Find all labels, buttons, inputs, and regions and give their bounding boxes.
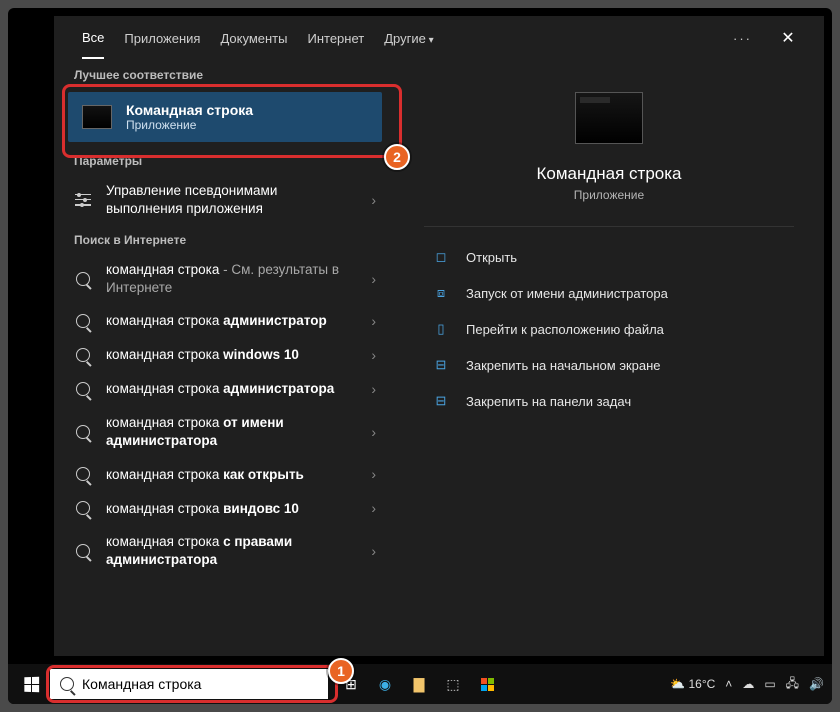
tray-battery-icon[interactable]: ▭ [764,677,775,691]
taskbar: ⊞ ◉ ▇ ⬚ ⛅ 16°C ˄ ☁ ▭ 🖧 🔊 [8,664,832,704]
chevron-right-icon: › [365,313,382,329]
web-result[interactable]: командная строка windows 10 › [54,338,394,372]
action-run-as-admin[interactable]: ⧈ Запуск от имени администратора [424,275,794,311]
section-best-match: Лучшее соответствие [54,60,394,88]
search-icon [74,270,92,288]
folder-icon: ▯ [432,321,450,337]
close-button[interactable]: ✕ [772,22,804,54]
results-list: Лучшее соответствие Командная строка При… [54,60,394,656]
action-pin-taskbar-label: Закрепить на панели задач [466,394,631,409]
tab-apps[interactable]: Приложения [124,19,200,58]
open-icon: ◻ [432,249,450,265]
tab-all[interactable]: Все [82,18,104,59]
tray-network-icon[interactable]: 🖧 [786,674,799,695]
admin-icon: ⧈ [432,285,450,301]
action-pin-to-taskbar[interactable]: ⊟ Закрепить на панели задач [424,383,794,419]
weather-temp: 16°C [688,677,715,691]
web-result[interactable]: командная строка от имени администратора… [54,406,394,457]
taskbar-search-box[interactable] [50,669,328,699]
web-result-text: командная строка от имени администратора [106,414,351,449]
search-icon [74,465,92,483]
search-icon [74,312,92,330]
pin-start-icon: ⊟ [432,357,450,373]
start-button[interactable] [16,669,46,699]
web-result[interactable]: командная строка как открыть › [54,457,394,491]
chevron-right-icon: › [365,424,382,440]
web-result[interactable]: командная строка администратор › [54,304,394,338]
chevron-right-icon: › [365,347,382,363]
web-result[interactable]: командная строка виндовс 10 › [54,491,394,525]
chevron-right-icon: › [365,543,382,559]
action-run-admin-label: Запуск от имени администратора [466,286,668,301]
web-result[interactable]: командная строка администратора › [54,372,394,406]
best-match-result[interactable]: Командная строка Приложение [68,92,382,142]
tab-internet[interactable]: Интернет [307,19,364,58]
search-icon [60,677,74,691]
windows-logo-icon [24,676,39,692]
web-result-text: командная строка windows 10 [106,346,351,364]
filter-tabs: Все Приложения Документы Интернет Другие… [54,16,824,60]
tray-onedrive-icon[interactable]: ☁ [742,677,754,691]
search-icon [74,542,92,560]
taskbar-app-ms[interactable] [472,669,502,699]
web-result-text: командная строка с правами администратор… [106,533,351,568]
settings-aliases-icon [74,191,92,209]
pin-taskbar-icon: ⊟ [432,393,450,409]
cmd-icon [82,105,112,129]
web-result[interactable]: командная строка с правами администратор… [54,525,394,576]
web-result-text: командная строка администратора [106,380,351,398]
chevron-right-icon: › [365,271,382,287]
tab-more[interactable]: Другие [384,19,433,58]
divider [424,226,794,227]
search-panel: Все Приложения Документы Интернет Другие… [54,16,824,656]
tab-documents[interactable]: Документы [220,19,287,58]
tray-chevron-up-icon[interactable]: ˄ [725,677,732,691]
taskbar-app-edge[interactable]: ◉ [370,669,400,699]
section-settings: Параметры [54,146,394,174]
system-tray: ⛅ 16°C ˄ ☁ ▭ 🖧 🔊 [670,674,824,695]
chevron-right-icon: › [365,500,382,516]
chevron-right-icon: › [365,192,382,208]
preview-pane: Командная строка Приложение ◻ Открыть ⧈ … [394,60,824,656]
best-match-title: Командная строка [126,102,253,118]
preview-subtitle: Приложение [574,188,644,202]
web-result-text: командная строка виндовс 10 [106,500,351,518]
annotation-badge-1: 1 [328,658,354,684]
best-match-subtitle: Приложение [126,118,253,132]
action-pin-to-start[interactable]: ⊟ Закрепить на начальном экране [424,347,794,383]
taskbar-app-explorer[interactable]: ▇ [404,669,434,699]
action-open-file-location[interactable]: ▯ Перейти к расположению файла [424,311,794,347]
search-icon [74,380,92,398]
tray-volume-icon[interactable]: 🔊 [809,677,824,691]
search-icon [74,499,92,517]
web-result-text: командная строка - См. результаты в Инте… [106,261,351,296]
weather-icon: ⛅ [670,677,685,691]
section-web-search: Поиск в Интернете [54,225,394,253]
search-input[interactable] [82,676,318,692]
weather-widget[interactable]: ⛅ 16°C [670,677,715,691]
taskbar-app-store[interactable]: ⬚ [438,669,468,699]
settings-result-label: Управление псевдонимами выполнения прило… [106,182,351,217]
search-icon [74,346,92,364]
search-icon [74,423,92,441]
action-file-location-label: Перейти к расположению файла [466,322,664,337]
web-result[interactable]: командная строка - См. результаты в Инте… [54,253,394,304]
settings-result[interactable]: Управление псевдонимами выполнения прило… [54,174,394,225]
preview-title: Командная строка [536,164,681,184]
annotation-badge-2: 2 [384,144,410,170]
more-options-icon[interactable]: ··· [733,31,752,46]
web-result-text: командная строка как открыть [106,466,351,484]
web-result-text: командная строка администратор [106,312,351,330]
preview-app-icon [575,92,643,144]
action-open[interactable]: ◻ Открыть [424,239,794,275]
chevron-right-icon: › [365,381,382,397]
action-pin-start-label: Закрепить на начальном экране [466,358,661,373]
action-open-label: Открыть [466,250,517,265]
chevron-right-icon: › [365,466,382,482]
